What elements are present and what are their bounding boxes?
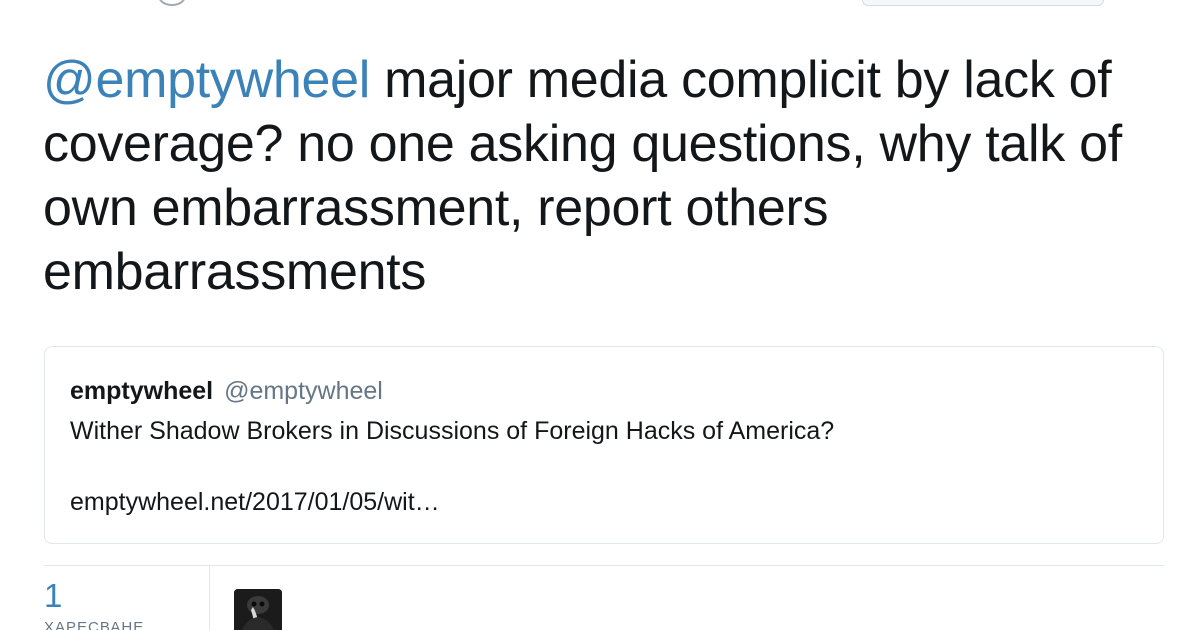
stats-separator [209,566,210,630]
plague-doctor-avatar-icon [234,589,282,630]
likes-count[interactable]: 1 [44,576,62,616]
liker-avatar[interactable] [234,589,282,630]
quoted-tweet-header: emptywheel @emptywheel [70,376,383,406]
top-toolbar-edge [0,0,1194,10]
tweet-text: @emptywheel major media complicit by lac… [43,48,1153,304]
follow-button[interactable] [862,0,1104,6]
quoted-tweet-link[interactable]: emptywheel.net/2017/01/05/wit… [70,487,440,517]
quoted-tweet-text: Wither Shadow Brokers in Discussions of … [70,417,835,445]
quoted-author-handle[interactable]: @emptywheel [224,377,383,405]
quoted-author-name[interactable]: emptywheel [70,377,213,405]
quoted-tweet-card[interactable]: emptywheel @emptywheel Wither Shadow Bro… [44,346,1164,544]
stats-divider [44,565,1164,566]
mention-link[interactable]: @emptywheel [43,51,370,109]
likes-label[interactable]: ХАРЕСВАНЕ [44,619,144,630]
avatar-icon[interactable] [158,0,186,6]
